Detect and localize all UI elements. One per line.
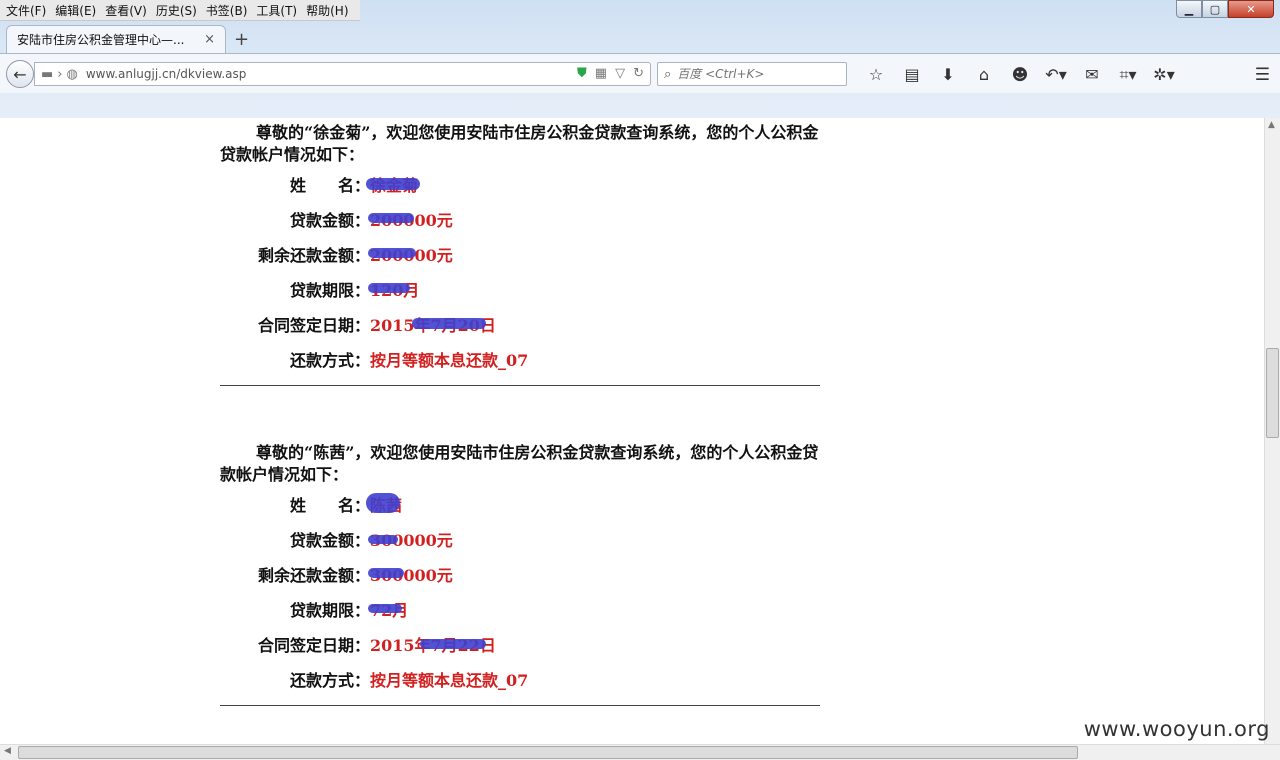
menu-help[interactable]: 帮助(H) <box>306 2 348 19</box>
back-button[interactable]: ← <box>6 60 34 88</box>
crop-icon[interactable]: ⌗▾ <box>1110 65 1146 85</box>
browser-chrome: 文件(F) 编辑(E) 查看(V) 历史(S) 书签(B) 工具(T) 帮助(H… <box>0 0 1280 118</box>
globe-icon: ◍ <box>66 66 78 82</box>
qr-code-icon[interactable]: ▦ <box>595 66 607 81</box>
undo-icon[interactable]: ↶▾ <box>1038 65 1074 85</box>
tab-title: 安陆市住房公积金管理中心—... <box>17 33 185 47</box>
redaction-mark <box>366 178 420 190</box>
url-text[interactable]: www.anlugjj.cn/dkview.asp <box>86 67 247 81</box>
field-label: 还款方式： <box>289 350 370 370</box>
menu-file[interactable]: 文件(F) <box>6 2 46 19</box>
record-intro: 尊敬的“陈茜”，欢迎您使用安陆市住房公积金贷款查询系统，您的个人公积金贷款帐户情… <box>220 443 819 484</box>
field-label: 剩余还款金额： <box>257 565 370 585</box>
page-content: 尊敬的“徐金菊”，欢迎您使用安陆市住房公积金贷款查询系统，您的个人公积金贷款帐户… <box>220 122 820 706</box>
field-value: 按月等额本息还款_07 <box>370 350 529 370</box>
field-label: 贷款期限： <box>289 600 370 620</box>
loan-record: 尊敬的“陈茜”，欢迎您使用安陆市住房公积金贷款查询系统，您的个人公积金贷款帐户情… <box>220 442 820 706</box>
field-row-contract-date: 合同签定日期：2015年7月22日 <box>220 626 820 661</box>
field-row-contract-date: 合同签定日期：2015年7月20日 <box>220 306 820 341</box>
url-bar[interactable]: ▬ › ◍ www.anlugjj.cn/dkview.asp ⛊ ▦ ▽ ↻ <box>34 62 651 86</box>
field-row-term: 贷款期限：72月 <box>220 591 820 626</box>
divider <box>220 705 820 706</box>
toolbar-icons: ☆ ▤ ⬇ ⌂ ☻ ↶▾ ✉ ⌗▾ ✲▾ <box>858 65 1182 85</box>
field-row-repayment: 还款方式： 按月等额本息还款_07 <box>220 661 820 696</box>
reload-icon[interactable]: ↻ <box>633 66 644 81</box>
field-label: 贷款期限： <box>289 280 370 300</box>
field-label: 合同签定日期： <box>257 635 370 655</box>
maximize-button[interactable]: ▢ <box>1202 0 1228 18</box>
field-label: 贷款金额： <box>289 530 370 550</box>
dropdown-arrow-icon[interactable]: ▽ <box>615 66 625 81</box>
scroll-up-icon[interactable]: ▲ <box>1268 120 1275 130</box>
redaction-mark <box>366 493 400 513</box>
extension-icon[interactable]: ✲▾ <box>1146 65 1182 85</box>
bookmark-star-icon[interactable]: ☆ <box>858 65 894 85</box>
menu-bar: 文件(F) 编辑(E) 查看(V) 历史(S) 书签(B) 工具(T) 帮助(H… <box>0 0 360 21</box>
field-label: 合同签定日期： <box>257 315 370 335</box>
field-row-repayment: 还款方式： 按月等额本息还款_07 <box>220 341 820 376</box>
record-intro: 尊敬的“徐金菊”，欢迎您使用安陆市住房公积金贷款查询系统，您的个人公积金贷款帐户… <box>220 123 819 164</box>
redaction-mark <box>368 283 410 293</box>
download-icon[interactable]: ⬇ <box>930 65 966 85</box>
search-box[interactable]: ⌕ <box>657 62 847 86</box>
watermark: www.wooyun.org <box>1083 717 1270 741</box>
window-controls: ▁ ▢ ✕ <box>1176 0 1274 18</box>
new-tab-button[interactable]: + <box>234 29 249 50</box>
redaction-mark <box>412 318 486 329</box>
field-row-amount: 贷款金额： 300000元 <box>220 521 820 556</box>
close-window-button[interactable]: ✕ <box>1228 0 1274 18</box>
minimize-button[interactable]: ▁ <box>1176 0 1202 18</box>
browser-tab[interactable]: 安陆市住房公积金管理中心—... × <box>6 25 226 53</box>
horizontal-scroll-thumb[interactable] <box>18 746 1078 759</box>
field-row-name: 姓 名：徐金菊 <box>220 166 820 201</box>
security-shield-icon[interactable]: ⛊ <box>577 66 587 81</box>
field-value: 按月等额本息还款_07 <box>370 670 529 690</box>
search-input[interactable] <box>677 67 838 81</box>
redaction-mark <box>368 248 416 258</box>
field-label: 剩余还款金额： <box>257 245 370 265</box>
field-row-amount: 贷款金额：200000元 <box>220 201 820 236</box>
loan-record: 尊敬的“徐金菊”，欢迎您使用安陆市住房公积金贷款查询系统，您的个人公积金贷款帐户… <box>220 122 820 386</box>
divider <box>220 385 820 386</box>
search-icon: ⌕ <box>664 66 672 82</box>
field-row-remaining: 剩余还款金额： 300000元 <box>220 556 820 591</box>
back-arrow-icon: ← <box>13 64 27 84</box>
chevron-right-icon: › <box>57 66 63 82</box>
scroll-left-icon[interactable]: ◀ <box>4 746 11 756</box>
menu-view[interactable]: 查看(V) <box>105 2 147 19</box>
page-viewport: 尊敬的“徐金菊”，欢迎您使用安陆市住房公积金贷款查询系统，您的个人公积金贷款帐户… <box>0 118 1264 744</box>
redaction-mark <box>368 213 414 223</box>
redaction-mark <box>420 639 486 649</box>
field-label: 姓 名： <box>289 175 370 195</box>
horizontal-scrollbar[interactable]: ◀ <box>0 744 1280 760</box>
chat-icon[interactable]: ☻ <box>1002 65 1038 85</box>
field-row-term: 贷款期限：120月 <box>220 271 820 306</box>
menu-bookmarks[interactable]: 书签(B) <box>206 2 248 19</box>
menu-tools[interactable]: 工具(T) <box>256 2 297 19</box>
field-label: 贷款金额： <box>289 210 370 230</box>
field-row-remaining: 剩余还款金额：200000元 <box>220 236 820 271</box>
reading-list-icon[interactable]: ▤ <box>894 65 930 85</box>
field-label: 姓 名： <box>289 495 370 515</box>
bookmarks-sidebar-icon[interactable]: ▬ <box>41 67 53 82</box>
field-row-name: 姓 名：陈茜 <box>220 486 820 521</box>
menu-edit[interactable]: 编辑(E) <box>55 2 96 19</box>
tab-close-icon[interactable]: × <box>204 32 215 47</box>
message-icon[interactable]: ✉ <box>1074 65 1110 85</box>
menu-hamburger-icon[interactable]: ☰ <box>1255 65 1270 85</box>
redaction-mark <box>368 604 402 613</box>
menu-history[interactable]: 历史(S) <box>156 2 197 19</box>
field-label: 还款方式： <box>289 670 370 690</box>
home-icon[interactable]: ⌂ <box>966 65 1002 85</box>
navigation-bar: ← ▬ › ◍ www.anlugjj.cn/dkview.asp ⛊ ▦ ▽ … <box>0 53 1280 93</box>
vertical-scroll-thumb[interactable] <box>1266 348 1279 438</box>
vertical-scrollbar[interactable]: ▲ <box>1264 118 1280 744</box>
redaction-mark <box>368 535 398 544</box>
redaction-mark <box>368 568 404 578</box>
